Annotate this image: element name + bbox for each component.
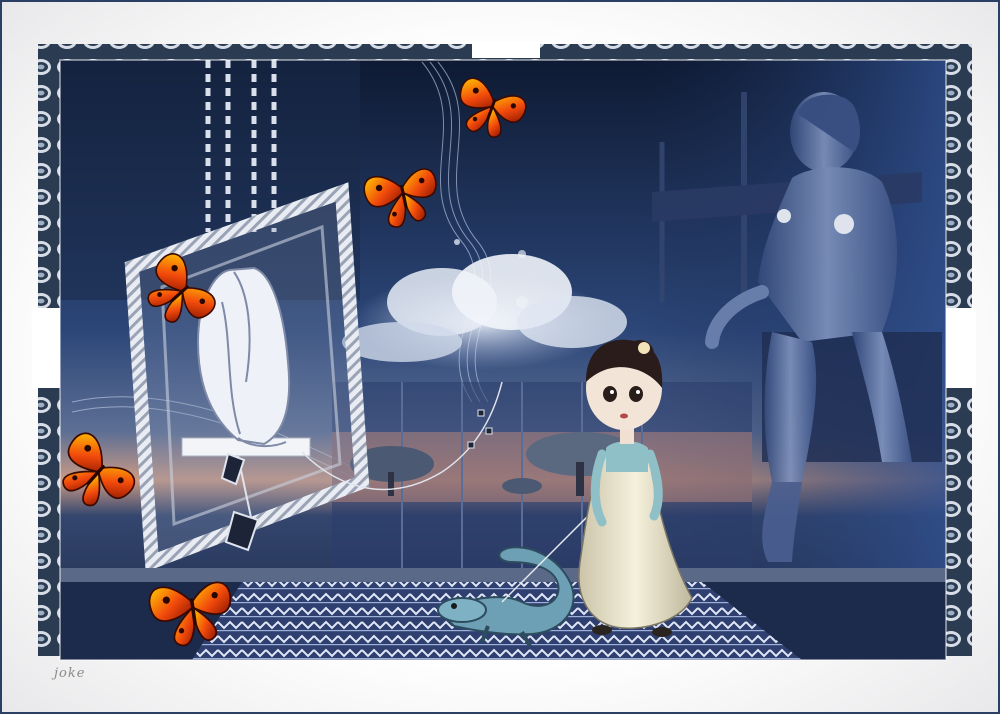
artwork-frame: joke: [0, 0, 1000, 714]
artist-signature: joke: [54, 666, 86, 681]
artwork-scene: [32, 42, 976, 661]
